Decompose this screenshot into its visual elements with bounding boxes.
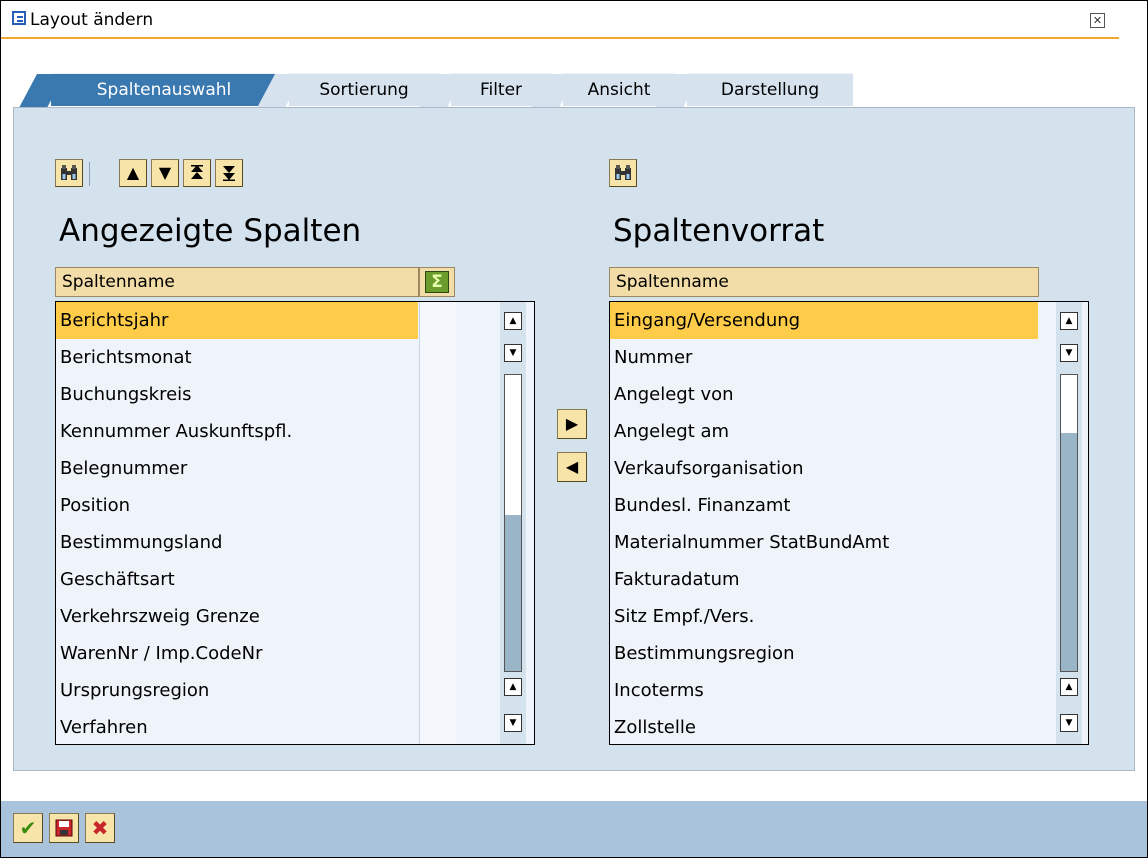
save-icon[interactable] (49, 813, 79, 843)
close-icon[interactable]: ✕ (1090, 13, 1105, 28)
page-up-icon[interactable]: ▲ (1060, 678, 1078, 696)
tab-darstellung[interactable]: Darstellung (655, 73, 853, 107)
confirm-icon[interactable]: ✔ (13, 813, 43, 843)
window-icon (12, 11, 26, 25)
list-item[interactable]: Angelegt von (610, 376, 1038, 413)
scroll-down-icon[interactable]: ▼ (504, 344, 522, 362)
list-item[interactable]: Verkaufsorganisation (610, 450, 1038, 487)
find-icon[interactable] (609, 159, 637, 187)
toolbar-separator (89, 162, 90, 186)
scroll-up-icon[interactable]: ▲ (504, 312, 522, 330)
list-item[interactable]: Sitz Empf./Vers. (610, 598, 1038, 635)
list-item[interactable]: Ursprungsregion (56, 672, 418, 709)
sigma-icon: Σ (425, 271, 449, 293)
up-icon[interactable]: ▲ (119, 159, 147, 187)
page-down-icon[interactable]: ▼ (504, 714, 522, 732)
left-column-header[interactable]: Spaltenname (55, 267, 419, 297)
bottom-icon[interactable] (215, 159, 243, 187)
list-item[interactable]: Angelegt am (610, 413, 1038, 450)
list-item[interactable]: Berichtsmonat (56, 339, 418, 376)
left-toolbar: ▲ ▼ (55, 152, 535, 192)
list-item[interactable]: Buchungskreis (56, 376, 418, 413)
page-down-icon[interactable]: ▼ (1060, 714, 1078, 732)
left-scrollbar[interactable]: ▲ ▼ ▲ ▼ (500, 302, 526, 744)
move-left-icon[interactable]: ◀ (557, 452, 587, 482)
list-item[interactable]: Materialnummer StatBundAmt (610, 524, 1038, 561)
list-item[interactable]: Zollstelle (610, 709, 1038, 744)
page-up-icon[interactable]: ▲ (504, 678, 522, 696)
right-toolbar (609, 152, 1089, 192)
list-item[interactable]: Belegnummer (56, 450, 418, 487)
left-heading: Angezeigte Spalten (59, 213, 362, 249)
tab-label: Filter (479, 80, 523, 100)
title-underline (1, 37, 1119, 39)
down-icon[interactable]: ▼ (151, 159, 179, 187)
scroll-track[interactable] (504, 374, 522, 672)
tab-label: Spaltenauswahl (96, 80, 232, 100)
right-heading: Spaltenvorrat (613, 213, 825, 249)
find-icon[interactable] (55, 159, 83, 187)
sum-column-header[interactable]: Σ (419, 267, 455, 297)
list-item[interactable]: Bestimmungsregion (610, 635, 1038, 672)
sum-column (419, 302, 456, 744)
move-right-icon[interactable]: ▶ (557, 409, 587, 439)
top-icon[interactable] (183, 159, 211, 187)
scroll-thumb[interactable] (1061, 433, 1077, 671)
window-title: Layout ändern (30, 10, 154, 30)
left-column-list: Berichtsjahr Berichtsmonat Buchungskreis… (55, 301, 535, 745)
list-item[interactable]: Fakturadatum (610, 561, 1038, 598)
list-item[interactable]: WarenNr / Imp.CodeNr (56, 635, 418, 672)
dialog-window: Layout ändern ✕ Spaltenauswahl Sortierun… (0, 0, 1148, 858)
scroll-down-icon[interactable]: ▼ (1060, 344, 1078, 362)
scroll-thumb[interactable] (505, 515, 521, 671)
title-bar: Layout ändern ✕ (1, 1, 1147, 41)
scroll-up-icon[interactable]: ▲ (1060, 312, 1078, 330)
right-column-list: Eingang/Versendung Nummer Angelegt von A… (609, 301, 1089, 745)
right-scrollbar[interactable]: ▲ ▼ ▲ ▼ (1056, 302, 1082, 744)
list-item[interactable]: Bundesl. Finanzamt (610, 487, 1038, 524)
list-item[interactable]: Verfahren (56, 709, 418, 744)
list-item[interactable]: Kennummer Auskunftspfl. (56, 413, 418, 450)
tab-sortierung[interactable]: Sortierung (257, 73, 439, 107)
cancel-icon[interactable]: ✖ (85, 813, 115, 843)
tab-spaltenauswahl[interactable]: Spaltenauswahl (19, 73, 277, 107)
list-item[interactable]: Berichtsjahr (56, 302, 418, 339)
footer-toolbar: ✔ ✖ (1, 801, 1147, 857)
right-column-header[interactable]: Spaltenname (609, 267, 1039, 297)
list-item[interactable]: Position (56, 487, 418, 524)
list-item[interactable]: Geschäftsart (56, 561, 418, 598)
scroll-track[interactable] (1060, 374, 1078, 672)
list-item[interactable]: Nummer (610, 339, 1038, 376)
tab-label: Ansicht (587, 80, 651, 100)
list-item[interactable]: Bestimmungsland (56, 524, 418, 561)
tab-label: Darstellung (720, 80, 820, 100)
list-item[interactable]: Eingang/Versendung (610, 302, 1038, 339)
list-item[interactable]: Verkehrszweig Grenze (56, 598, 418, 635)
tab-label: Sortierung (319, 80, 409, 100)
list-item[interactable]: Incoterms (610, 672, 1038, 709)
